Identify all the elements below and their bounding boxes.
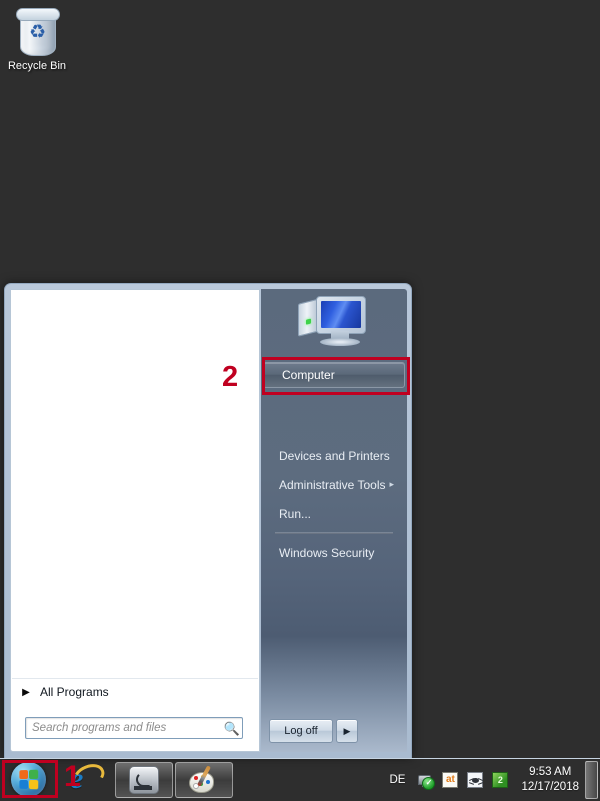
start-menu-left-panel[interactable]: ▶ All Programs 🔍 (10, 289, 260, 752)
desktop-icon-recycle-bin[interactable]: ♻ Recycle Bin (4, 4, 70, 73)
green-app-icon-label: 2 (497, 774, 503, 785)
logoff-button[interactable]: Log off (269, 719, 333, 743)
bug-icon[interactable] (467, 771, 484, 788)
start-menu-item-windows-security[interactable]: Windows Security (261, 538, 407, 567)
taskbar-button-paint[interactable] (175, 761, 233, 798)
recent-programs-list[interactable] (11, 290, 259, 678)
internet-explorer-icon: e (68, 759, 108, 796)
show-desktop-button[interactable] (585, 760, 598, 799)
triangle-right-icon: ▶ (22, 686, 30, 698)
search-box[interactable]: 🔍 (25, 717, 243, 739)
at-icon[interactable]: at (442, 771, 459, 788)
language-indicator[interactable]: DE (389, 774, 405, 786)
logoff-options-arrow-button[interactable]: ▶ (336, 719, 358, 743)
start-menu-items-top: Computer (261, 361, 407, 388)
start-menu-item-run[interactable]: Run... (261, 499, 407, 528)
desktop-icon-label: Recycle Bin (7, 60, 67, 72)
clock-date: 12/17/2018 (521, 780, 579, 793)
search-input[interactable] (30, 718, 222, 738)
all-programs-label: All Programs (40, 685, 109, 699)
taskbar-button-windows-explorer[interactable] (115, 761, 173, 798)
clock-time: 9:53 AM (529, 765, 572, 778)
start-menu-item-devices-and-printers[interactable]: Devices and Printers (261, 441, 407, 470)
start-menu-item-administrative-tools[interactable]: Administrative Tools ▸ (261, 470, 407, 499)
clock[interactable]: 9:53 AM 12/17/2018 (521, 765, 579, 795)
network-status-icon[interactable]: ✓ (417, 772, 436, 790)
triangle-right-icon: ▶ (343, 725, 351, 736)
user-picture-computer-icon (294, 292, 374, 354)
windows-orb-icon (10, 762, 46, 797)
paint-icon (189, 764, 219, 793)
desktop[interactable]: ♻ Recycle Bin ▶ All Programs 🔍 (0, 0, 600, 758)
start-menu-item-label: Run... (279, 506, 312, 521)
system-tray[interactable]: DE ✓ at 2 9:53 AM 12/17/2018 (389, 759, 600, 801)
at-icon-label: at (445, 773, 455, 785)
start-menu-item-label: Devices and Printers (279, 448, 390, 463)
start-menu-item-label: Windows Security (279, 545, 375, 560)
search-icon[interactable]: 🔍 (222, 722, 242, 735)
logoff-area: Log off ▶ (269, 719, 358, 743)
taskbar-button-internet-explorer[interactable]: e (55, 759, 113, 798)
green-app-icon[interactable]: 2 (492, 771, 509, 788)
start-menu-item-computer[interactable]: Computer (263, 362, 405, 388)
start-menu-item-label: Administrative Tools (279, 477, 386, 492)
windows-explorer-icon (129, 765, 159, 794)
start-menu-right-panel[interactable]: Computer Devices and Printers Administra… (261, 289, 407, 752)
taskbar[interactable]: e DE ✓ at 2 9:53 AM 12/17/2018 (0, 758, 600, 800)
logoff-label: Log off (284, 725, 318, 737)
recycle-bin-icon: ♻ (13, 6, 61, 58)
chevron-right-icon: ▸ (389, 479, 394, 489)
start-menu[interactable]: ▶ All Programs 🔍 Computer (4, 283, 412, 758)
start-button[interactable] (3, 761, 53, 799)
menu-separator (275, 532, 393, 534)
all-programs-button[interactable]: ▶ All Programs (12, 678, 258, 705)
check-icon: ✓ (422, 776, 436, 790)
start-menu-items-bottom: Devices and Printers Administrative Tool… (261, 441, 407, 567)
start-menu-item-label: Computer (282, 368, 335, 382)
